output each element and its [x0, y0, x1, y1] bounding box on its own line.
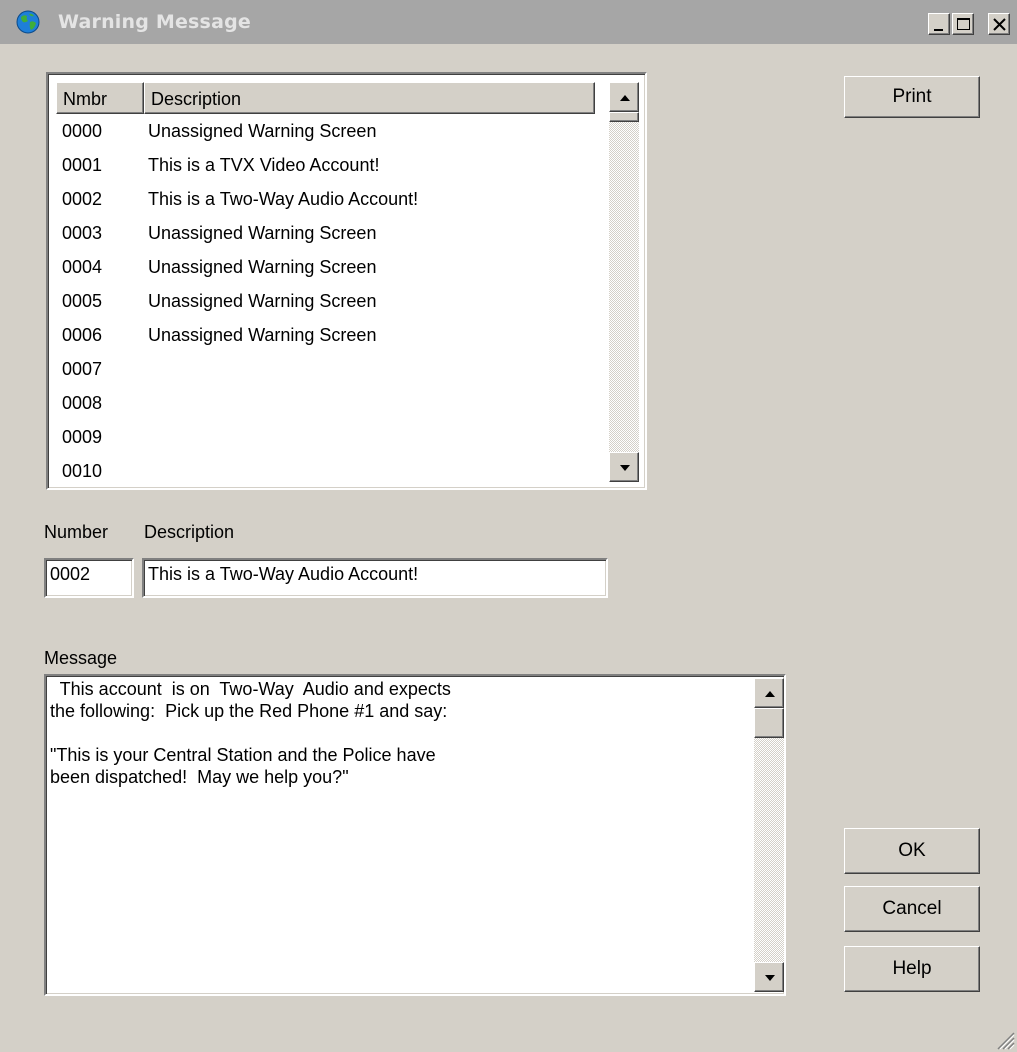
row-number: 0009 [62, 427, 103, 447]
close-icon [993, 18, 1006, 31]
message-scrollbar[interactable] [754, 678, 784, 992]
globe-icon [16, 10, 40, 34]
list-row[interactable]: 0002 This is a Two-Way Audio Account! [56, 182, 595, 216]
list-scroll-up-button[interactable] [609, 82, 639, 112]
print-button[interactable]: Print [844, 76, 980, 118]
message-scroll-thumb[interactable] [754, 708, 784, 738]
list-row[interactable]: 0009 [56, 420, 595, 454]
minimize-icon [934, 29, 943, 31]
row-description: This is a Two-Way Audio Account! [148, 189, 419, 209]
list-row[interactable]: 0003 Unassigned Warning Screen [56, 216, 595, 250]
row-number: 0007 [62, 359, 103, 379]
warning-list[interactable]: Nmbr Description 0000 Unassigned Warning … [46, 72, 647, 490]
list-scroll-thumb[interactable] [609, 112, 639, 122]
message-text: This account is on Two-Way Audio and exp… [50, 679, 451, 787]
message-textarea[interactable]: This account is on Two-Way Audio and exp… [44, 674, 786, 996]
message-scroll-down-button[interactable] [754, 962, 784, 992]
close-button[interactable] [988, 13, 1010, 35]
list-row[interactable]: 0005 Unassigned Warning Screen [56, 284, 595, 318]
row-number: 0003 [62, 223, 103, 243]
row-description: Unassigned Warning Screen [148, 121, 377, 141]
minimize-button[interactable] [928, 13, 950, 35]
row-number: 0004 [62, 257, 103, 277]
row-description: Unassigned Warning Screen [148, 257, 377, 277]
list-row[interactable]: 0008 [56, 386, 595, 420]
column-header-description[interactable]: Description [144, 82, 595, 114]
row-description: Unassigned Warning Screen [148, 223, 377, 243]
row-description: Unassigned Warning Screen [148, 325, 377, 345]
maximize-icon [957, 18, 970, 30]
row-number: 0006 [62, 325, 103, 345]
row-number: 0001 [62, 155, 103, 175]
arrow-down-icon [765, 975, 775, 981]
row-number: 0005 [62, 291, 103, 311]
arrow-up-icon [620, 95, 630, 101]
list-row[interactable]: 0006 Unassigned Warning Screen [56, 318, 595, 352]
message-scroll-up-button[interactable] [754, 678, 784, 708]
list-row[interactable]: 0000 Unassigned Warning Screen [56, 114, 595, 148]
list-row[interactable]: 0001 This is a TVX Video Account! [56, 148, 595, 182]
maximize-button[interactable] [952, 13, 974, 35]
help-button[interactable]: Help [844, 946, 980, 992]
row-number: 0008 [62, 393, 103, 413]
number-field[interactable]: 0002 [44, 558, 134, 598]
row-description: Unassigned Warning Screen [148, 291, 377, 311]
window-title: Warning Message [58, 11, 251, 33]
row-number: 0002 [62, 189, 103, 209]
number-label: Number [44, 522, 109, 542]
arrow-up-icon [765, 691, 775, 697]
list-row[interactable]: 0007 [56, 352, 595, 386]
row-description: This is a TVX Video Account! [148, 155, 380, 175]
list-row[interactable]: 0004 Unassigned Warning Screen [56, 250, 595, 284]
column-header-nmbr[interactable]: Nmbr [56, 82, 144, 114]
cancel-button[interactable]: Cancel [844, 886, 980, 932]
message-label: Message [44, 648, 118, 668]
description-label: Description [144, 522, 235, 542]
description-field[interactable]: This is a Two-Way Audio Account! [142, 558, 608, 598]
resize-grip-icon[interactable] [993, 1028, 1015, 1050]
title-bar[interactable]: Warning Message [0, 0, 1017, 44]
list-header: Nmbr Description [56, 82, 595, 114]
row-number: 0010 [62, 461, 103, 481]
row-number: 0000 [62, 121, 103, 141]
list-row[interactable]: 0010 [56, 454, 595, 488]
list-scroll-down-button[interactable] [609, 452, 639, 482]
ok-button[interactable]: OK [844, 828, 980, 874]
list-scrollbar[interactable] [609, 82, 639, 482]
arrow-down-icon [620, 465, 630, 471]
